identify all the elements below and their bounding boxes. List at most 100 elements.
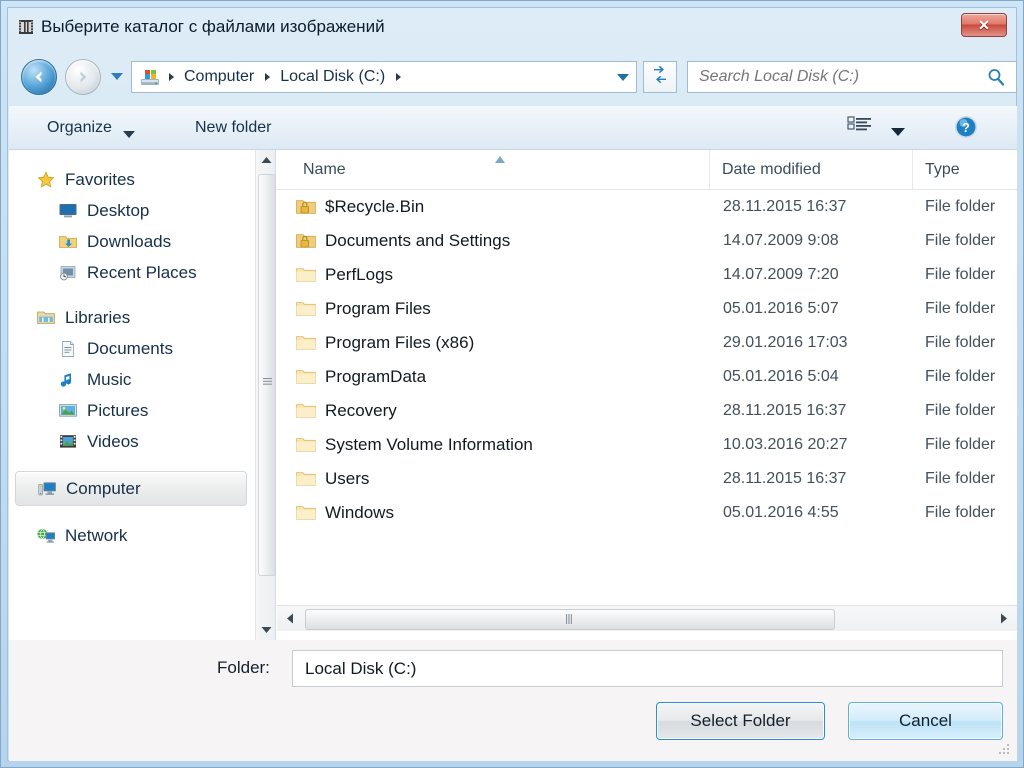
navigation-pane: Favorites Desktop Downloads Recent Place… bbox=[9, 150, 256, 640]
sidebar-item-computer[interactable]: Computer bbox=[15, 471, 247, 506]
column-header-name[interactable]: Name bbox=[291, 150, 709, 189]
file-name: Users bbox=[325, 469, 370, 488]
search-input[interactable] bbox=[697, 67, 986, 87]
search-box[interactable] bbox=[687, 61, 1017, 93]
file-type: File folder bbox=[925, 368, 996, 385]
sidebar-item-desktop[interactable]: Desktop bbox=[9, 195, 255, 226]
horizontal-scrollbar-thumb[interactable] bbox=[305, 609, 835, 630]
file-name: Program Files (x86) bbox=[325, 333, 475, 352]
table-row[interactable]: Program Files 05.01.2016 5:07 File folde… bbox=[277, 292, 1017, 326]
select-folder-button[interactable]: Select Folder bbox=[656, 702, 825, 740]
history-dropdown-icon[interactable] bbox=[109, 69, 125, 83]
title-bar: Выберите каталог с файлами изображений ✕ bbox=[9, 9, 1017, 47]
file-type: File folder bbox=[925, 232, 996, 249]
sidebar-item-documents[interactable]: Documents bbox=[9, 333, 255, 364]
sidebar-item-downloads[interactable]: Downloads bbox=[9, 226, 255, 257]
film-strip-icon bbox=[17, 18, 35, 36]
nav-group-network: Network bbox=[9, 520, 255, 551]
network-icon bbox=[35, 526, 57, 546]
file-date: 05.01.2016 5:04 bbox=[723, 368, 839, 385]
help-icon[interactable]: ? bbox=[953, 114, 979, 140]
table-row[interactable]: Windows 05.01.2016 4:55 File folder bbox=[277, 496, 1017, 530]
folder-icon bbox=[295, 299, 317, 319]
folder-icon bbox=[295, 469, 317, 489]
column-header-date-modified[interactable]: Date modified bbox=[709, 150, 912, 189]
organize-button[interactable]: Organize bbox=[39, 115, 120, 141]
sidebar-item-network[interactable]: Network bbox=[9, 520, 255, 551]
scroll-up-icon[interactable] bbox=[256, 150, 276, 170]
scroll-left-icon[interactable] bbox=[279, 606, 301, 631]
sidebar-label: Computer bbox=[66, 478, 141, 498]
file-date: 29.01.2016 17:03 bbox=[723, 334, 848, 351]
new-folder-button[interactable]: New folder bbox=[187, 115, 279, 141]
computer-icon bbox=[36, 479, 58, 499]
file-type: File folder bbox=[925, 436, 996, 453]
file-list-horizontal-scrollbar[interactable] bbox=[277, 605, 1017, 631]
file-list-pane: Name Date modified Type $Recycle.Bin 28.… bbox=[277, 150, 1017, 640]
file-name: $Recycle.Bin bbox=[325, 197, 425, 216]
refresh-button[interactable] bbox=[643, 61, 677, 93]
grip-icon bbox=[566, 611, 574, 629]
sidebar-label: Desktop bbox=[87, 200, 150, 220]
window-title: Выберите каталог с файлами изображений bbox=[41, 17, 385, 36]
sidebar-item-recent-places[interactable]: Recent Places bbox=[9, 257, 255, 288]
view-caret-down-icon[interactable] bbox=[891, 123, 905, 136]
svg-text:?: ? bbox=[962, 120, 970, 135]
scroll-right-icon[interactable] bbox=[993, 606, 1015, 631]
breadcrumb-local-disk[interactable]: Local Disk (C:) bbox=[275, 66, 390, 88]
details-view-icon[interactable] bbox=[847, 114, 873, 136]
file-name: Recovery bbox=[325, 401, 397, 420]
forward-button[interactable] bbox=[65, 59, 101, 95]
locked-folder-icon bbox=[295, 197, 317, 217]
folder-icon bbox=[295, 401, 317, 421]
table-row[interactable]: ProgramData 05.01.2016 5:04 File folder bbox=[277, 360, 1017, 394]
file-rows: $Recycle.Bin 28.11.2015 16:37 File folde… bbox=[277, 190, 1017, 600]
table-row[interactable]: $Recycle.Bin 28.11.2015 16:37 File folde… bbox=[277, 190, 1017, 224]
star-icon bbox=[35, 170, 57, 190]
sidebar-item-videos[interactable]: Videos bbox=[9, 426, 255, 457]
folder-icon bbox=[295, 333, 317, 353]
sidebar-item-favorites[interactable]: Favorites bbox=[9, 164, 255, 195]
address-dropdown-icon[interactable] bbox=[610, 62, 636, 92]
downloads-folder-icon bbox=[57, 232, 79, 252]
caret-down-icon[interactable] bbox=[123, 125, 135, 138]
back-button[interactable] bbox=[21, 59, 57, 95]
sidebar-label: Videos bbox=[87, 431, 139, 451]
resize-grip-icon[interactable] bbox=[997, 742, 1011, 756]
sidebar-item-music[interactable]: Music bbox=[9, 364, 255, 395]
file-type: File folder bbox=[925, 198, 996, 215]
sidebar-label: Network bbox=[65, 525, 128, 545]
sidebar-label: Favorites bbox=[65, 169, 135, 189]
table-row[interactable]: PerfLogs 14.07.2009 7:20 File folder bbox=[277, 258, 1017, 292]
navigation-bar: Computer Local Disk (C:) bbox=[9, 47, 1017, 103]
breadcrumb-computer[interactable]: Computer bbox=[179, 66, 259, 88]
table-row[interactable]: Users 28.11.2015 16:37 File folder bbox=[277, 462, 1017, 496]
search-icon[interactable] bbox=[986, 67, 1006, 87]
sidebar-item-pictures[interactable]: Pictures bbox=[9, 395, 255, 426]
file-date: 28.11.2015 16:37 bbox=[723, 470, 847, 487]
breadcrumb-separator bbox=[259, 67, 275, 87]
sidebar-label: Libraries bbox=[65, 307, 131, 327]
table-row[interactable]: Recovery 28.11.2015 16:37 File folder bbox=[277, 394, 1017, 428]
sidebar-scrollbar[interactable] bbox=[256, 150, 276, 640]
scroll-down-icon[interactable] bbox=[256, 620, 276, 640]
pictures-icon bbox=[57, 401, 79, 421]
folder-field[interactable] bbox=[292, 650, 1003, 687]
table-row[interactable]: Program Files (x86) 29.01.2016 17:03 Fil… bbox=[277, 326, 1017, 360]
breadcrumb-separator bbox=[390, 67, 406, 87]
file-type: File folder bbox=[925, 504, 996, 521]
table-row[interactable]: System Volume Information 10.03.2016 20:… bbox=[277, 428, 1017, 462]
sidebar-label: Music bbox=[87, 369, 132, 389]
address-bar[interactable]: Computer Local Disk (C:) bbox=[131, 61, 637, 93]
folder-input[interactable] bbox=[303, 657, 1002, 680]
file-type: File folder bbox=[925, 470, 996, 487]
column-header-type[interactable]: Type bbox=[912, 150, 1017, 189]
table-row[interactable]: Documents and Settings 14.07.2009 9:08 F… bbox=[277, 224, 1017, 258]
sidebar-item-libraries[interactable]: Libraries bbox=[9, 302, 255, 333]
close-button[interactable]: ✕ bbox=[961, 13, 1007, 37]
sidebar-scrollbar-thumb[interactable] bbox=[258, 174, 276, 576]
cancel-button[interactable]: Cancel bbox=[848, 702, 1003, 740]
file-name: PerfLogs bbox=[325, 265, 394, 284]
sidebar-label: Pictures bbox=[87, 400, 149, 420]
folder-icon bbox=[295, 367, 317, 387]
